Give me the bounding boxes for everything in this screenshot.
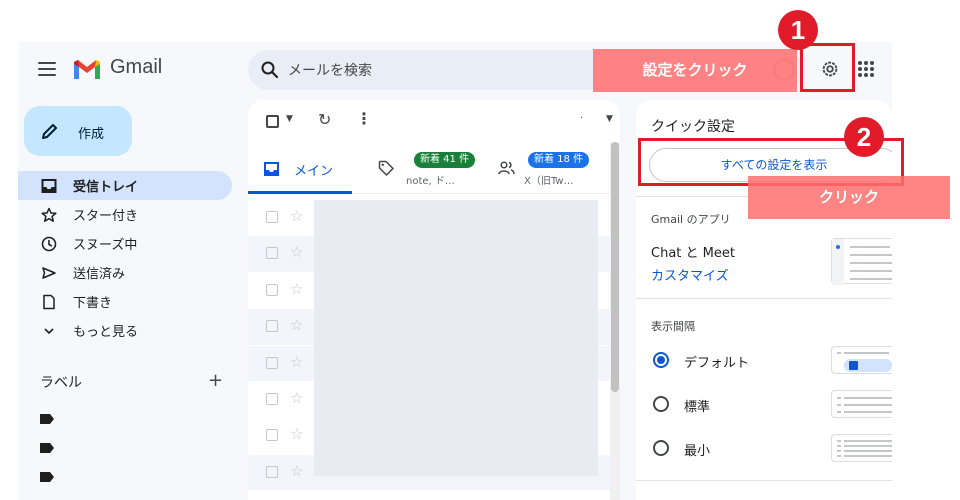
row-checkbox[interactable] <box>266 465 278 478</box>
row-checkbox[interactable] <box>266 429 278 442</box>
sidebar-item-starred[interactable]: スター付き <box>18 200 232 229</box>
pencil-icon <box>42 124 57 139</box>
main-menu-icon[interactable] <box>38 62 56 76</box>
app-name: Gmail <box>110 56 163 78</box>
mail-toolbar: ▼ ↻ ⋮ · ▼ <box>248 100 620 140</box>
density-preview-icon <box>837 440 892 457</box>
category-tabs: メイン 新着 41 件 note, ド… 新着 18 件 X（旧Tw… <box>248 144 620 194</box>
label-tag-icon[interactable] <box>40 472 54 482</box>
density-compact-preview[interactable] <box>831 434 892 462</box>
sidebar-item-label: 下書き <box>73 296 113 311</box>
step-number-badge: 2 <box>844 117 884 157</box>
density-default-radio[interactable] <box>653 352 669 368</box>
add-label-button[interactable]: + <box>208 370 223 391</box>
send-icon <box>40 264 58 282</box>
chevron-down-icon <box>40 322 58 340</box>
callout-click: クリック <box>748 176 950 219</box>
labels-heading: ラベル <box>40 375 82 391</box>
more-vert-icon[interactable]: ⋮ <box>356 109 372 128</box>
clock-icon <box>40 235 58 253</box>
row-checkbox[interactable] <box>266 211 278 223</box>
new-count-badge: 新着 18 件 <box>528 152 590 168</box>
gmail-window: Gmail メールを検索 作成 受信トレイ スター付き スヌーズ中 送信済み 下… <box>18 42 892 500</box>
row-checkbox[interactable] <box>266 247 278 260</box>
inbox-icon <box>264 162 279 176</box>
select-all-checkbox[interactable] <box>266 115 279 128</box>
draft-icon <box>40 293 58 311</box>
google-apps-icon[interactable] <box>858 61 874 77</box>
tab-preview: note, ド… <box>406 176 455 187</box>
tab-promotions[interactable]: 新着 41 件 note, ド… <box>368 144 483 194</box>
tab-primary-label: メイン <box>294 164 334 179</box>
sidebar-item-more[interactable]: もっと見る <box>18 316 232 345</box>
sidebar-item-drafts[interactable]: 下書き <box>18 287 232 316</box>
row-checkbox[interactable] <box>266 392 278 405</box>
gmail-logo[interactable] <box>72 56 102 82</box>
density-comfortable-radio[interactable] <box>653 396 669 412</box>
density-option-label[interactable]: 標準 <box>684 396 710 415</box>
star-icon[interactable]: ☆ <box>290 280 303 298</box>
star-icon <box>40 206 58 224</box>
divider <box>636 480 892 481</box>
label-tag-icon[interactable] <box>40 414 54 424</box>
page-dot-icon: · <box>580 113 584 124</box>
sidebar-item-snoozed[interactable]: スヌーズ中 <box>18 229 232 258</box>
step-number-badge: 1 <box>778 10 818 50</box>
row-checkbox[interactable] <box>266 283 278 296</box>
tab-preview: X（旧Tw… <box>524 176 574 187</box>
compose-button[interactable]: 作成 <box>24 106 132 156</box>
inbox-icon <box>40 177 58 195</box>
star-icon[interactable]: ☆ <box>290 353 303 371</box>
customize-link[interactable]: カスタマイズ <box>651 265 729 284</box>
refresh-icon[interactable]: ↻ <box>318 110 331 129</box>
page-caret-icon[interactable]: ▼ <box>606 114 613 124</box>
density-option-label[interactable]: デフォルト <box>684 352 749 371</box>
apps-section-title: Gmail のアプリ <box>651 213 731 226</box>
sidebar-item-label: スター付き <box>73 209 139 224</box>
compose-label: 作成 <box>78 127 105 142</box>
search-input[interactable]: メールを検索 <box>288 60 372 80</box>
density-preview-icon <box>837 352 892 372</box>
people-icon <box>498 161 515 175</box>
search-icon[interactable] <box>260 60 280 80</box>
density-compact-radio[interactable] <box>653 440 669 456</box>
density-section-title: 表示間隔 <box>651 320 695 333</box>
density-preview-icon <box>837 397 892 413</box>
chat-meet-label: Chat と Meet <box>651 246 735 261</box>
sidebar-item-label: もっと見る <box>73 325 139 340</box>
sidebar-item-label: スヌーズ中 <box>73 238 138 253</box>
redacted-mail-content <box>314 200 598 476</box>
divider <box>636 298 892 299</box>
density-default-preview[interactable] <box>831 346 892 374</box>
star-icon[interactable]: ☆ <box>290 316 303 334</box>
tag-icon <box>378 160 394 176</box>
tab-primary[interactable]: メイン <box>248 144 352 194</box>
scrollbar-thumb[interactable] <box>611 142 619 392</box>
callout-click-settings: 設定をクリック <box>593 49 797 92</box>
apps-layout-preview[interactable] <box>831 238 892 285</box>
sidebar-nav: 受信トレイ スター付き スヌーズ中 送信済み 下書き もっと見る <box>18 171 232 345</box>
star-icon[interactable]: ☆ <box>290 389 303 407</box>
label-tag-icon[interactable] <box>40 443 54 453</box>
row-checkbox[interactable] <box>266 320 278 333</box>
star-icon[interactable]: ☆ <box>290 425 303 443</box>
quick-settings-title: クイック設定 <box>651 119 735 135</box>
row-checkbox[interactable] <box>266 356 278 369</box>
layout-preview-icon <box>832 239 892 285</box>
select-caret-icon[interactable]: ▼ <box>286 114 293 124</box>
new-count-badge: 新着 41 件 <box>414 152 476 168</box>
sidebar-item-sent[interactable]: 送信済み <box>18 258 232 287</box>
tab-social[interactable]: 新着 18 件 X（旧Tw… <box>488 144 618 194</box>
settings-highlight-box <box>800 43 855 92</box>
sidebar-item-inbox[interactable]: 受信トレイ <box>18 171 232 200</box>
density-option-label[interactable]: 最小 <box>684 440 710 459</box>
density-comfortable-preview[interactable] <box>831 390 892 418</box>
mail-list-panel: ▼ ↻ ⋮ · ▼ メイン 新着 41 件 note, ド… 新着 18 件 X… <box>248 100 620 500</box>
sidebar-item-label: 送信済み <box>73 267 126 282</box>
star-icon[interactable]: ☆ <box>290 462 303 480</box>
star-icon[interactable]: ☆ <box>290 243 303 261</box>
sidebar-item-label: 受信トレイ <box>73 180 139 195</box>
star-icon[interactable]: ☆ <box>290 207 303 225</box>
